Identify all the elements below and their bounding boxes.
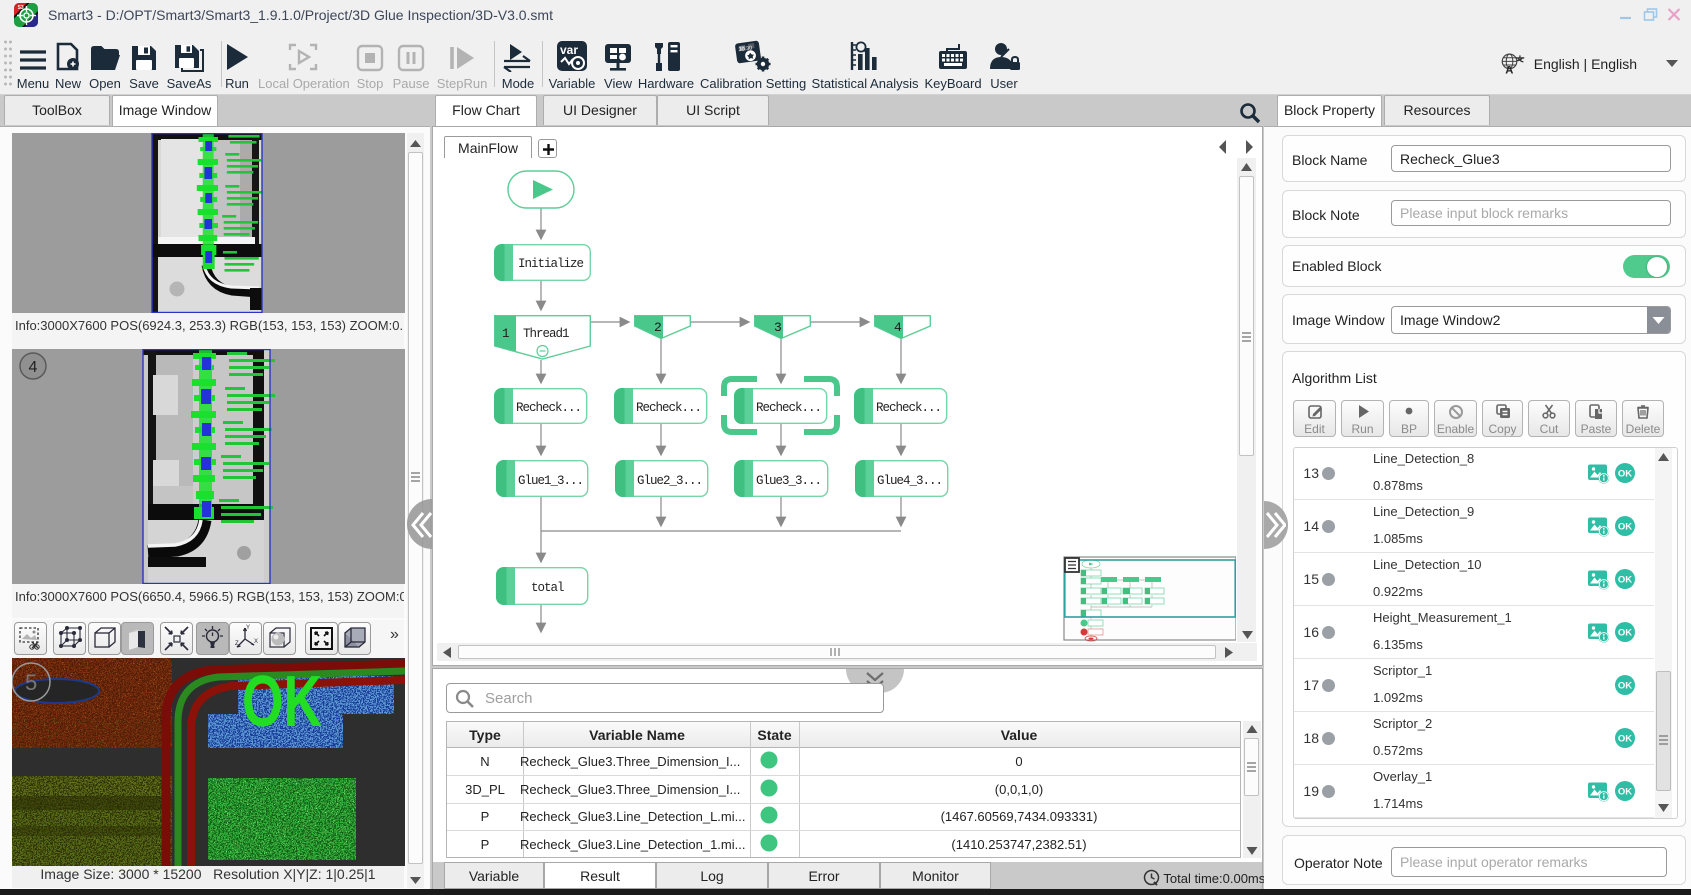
svg-text:OK: OK [1618,575,1632,586]
svg-text:1: 1 [502,327,510,341]
svg-text:Recheck...: Recheck... [516,401,581,415]
svg-text:Recheck...: Recheck... [636,401,701,415]
svg-text:OK: OK [1618,734,1632,745]
svg-text:2: 2 [654,320,662,335]
svg-text:Recheck...: Recheck... [876,401,941,415]
svg-text:X: X [254,639,258,645]
svg-text:S3: S3 [18,5,24,11]
svg-text:Glue4_3...: Glue4_3... [877,474,942,488]
svg-text:OK: OK [1618,628,1632,639]
svg-text:Thread1: Thread1 [523,327,569,341]
svg-text:OK: OK [242,662,322,742]
svg-text:A: A [1505,65,1513,76]
svg-text:total: total [531,581,564,595]
svg-text:Recheck...: Recheck... [756,401,821,415]
svg-text:4: 4 [894,320,902,335]
svg-text:Glue3_3...: Glue3_3... [756,474,821,488]
svg-text:var: var [560,43,578,57]
svg-text:5: 5 [25,670,37,695]
svg-text:OK: OK [1618,469,1632,480]
svg-text:Glue1_3...: Glue1_3... [518,474,583,488]
svg-text:Initialize: Initialize [518,257,584,271]
svg-text:3: 3 [774,320,782,335]
svg-text:Y: Y [246,625,250,631]
svg-text:OK: OK [1618,681,1632,692]
svg-text:4: 4 [29,359,38,376]
svg-text:OK: OK [1618,522,1632,533]
svg-text:Z: Z [235,641,239,647]
svg-text:Glue2_3...: Glue2_3... [637,474,702,488]
svg-text:OK: OK [1618,787,1632,798]
